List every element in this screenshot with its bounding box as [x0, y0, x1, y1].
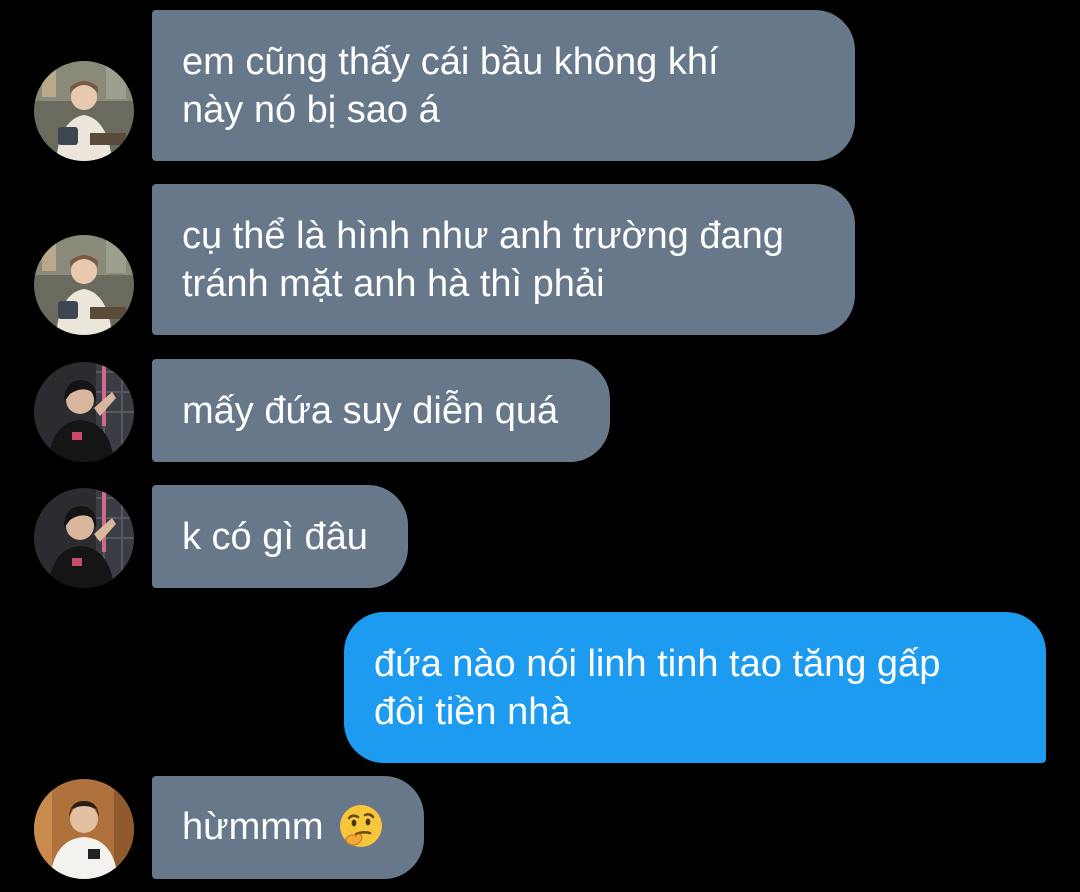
message-text-line: hừmmm — [182, 806, 324, 849]
avatar-icon — [34, 779, 134, 879]
avatar-icon — [34, 488, 134, 588]
avatar[interactable] — [34, 362, 134, 462]
message-bubble-outgoing[interactable]: đứa nào nói linh tinh tao tăng gấp đôi t… — [344, 612, 1046, 763]
message-text-line: cụ thể là hình như anh trường đang — [182, 214, 784, 257]
message-content: hừmmm — [182, 803, 394, 852]
message-bubble[interactable]: k có gì đâu — [152, 485, 408, 588]
avatar-icon — [34, 61, 134, 161]
message-text-line: này nó bị sao á — [182, 88, 440, 131]
message-text-line: k có gì đâu — [182, 515, 368, 558]
avatar-icon — [34, 362, 134, 462]
message-text-line: đôi tiền nhà — [374, 690, 571, 733]
avatar[interactable] — [34, 235, 134, 335]
avatar[interactable] — [34, 779, 134, 879]
message-bubble[interactable]: cụ thể là hình như anh trường đang tránh… — [152, 184, 855, 335]
message-text-line: đứa nào nói linh tinh tao tăng gấp — [374, 642, 941, 685]
avatar-icon — [34, 235, 134, 335]
message-text-line: tránh mặt anh hà thì phải — [182, 262, 605, 305]
message-text-line: mấy đứa suy diễn quá — [182, 389, 559, 432]
message-bubble[interactable]: mấy đứa suy diễn quá — [152, 359, 610, 462]
message-text-line: em cũng thấy cái bầu không khí — [182, 40, 719, 83]
message-bubble[interactable]: hừmmm — [152, 776, 424, 879]
thinking-face-emoji — [339, 804, 382, 847]
message-bubble[interactable]: em cũng thấy cái bầu không khí này nó bị… — [152, 10, 855, 161]
avatar[interactable] — [34, 488, 134, 588]
avatar[interactable] — [34, 61, 134, 161]
